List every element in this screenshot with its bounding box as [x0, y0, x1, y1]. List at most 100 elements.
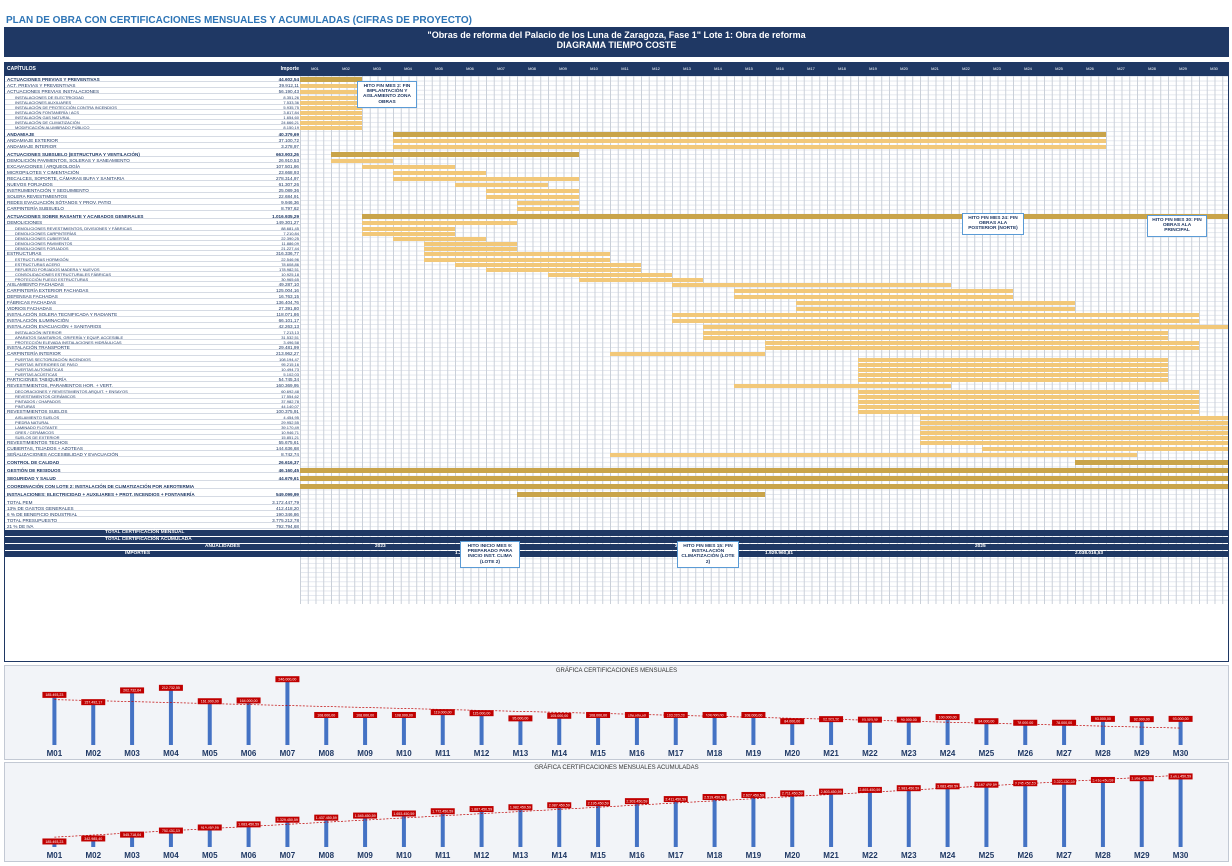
gantt-task-bar [393, 236, 486, 241]
year-amount: 2.038.016,53 [1075, 551, 1104, 556]
chart-plot: 185.493,23M01342.985,40M02545.718,04M037… [42, 773, 1193, 860]
gantt-task-bar [672, 312, 1199, 317]
row-label: PARTICIONES TABIQUERÍA [7, 377, 67, 382]
table-row: CARPINTERÍA EXTERIOR FACHADAS 125.004,16 [5, 288, 300, 293]
row-amount: 66.101,17 [278, 318, 299, 323]
chart-bar [1023, 724, 1028, 745]
row-amount: 125.004,16 [276, 288, 299, 293]
month-header: M20 [900, 66, 908, 71]
chart-bar [1062, 783, 1067, 847]
chart-bar [945, 719, 950, 745]
gantt-task-bar [300, 95, 362, 100]
chart-bar [130, 692, 135, 745]
row-amount: 49.287,10 [278, 282, 299, 287]
chart-bar [479, 811, 484, 847]
row-amount: 8.797,62 [281, 206, 299, 211]
gantt-chapter-bar [331, 152, 579, 157]
gantt-task-bar [672, 282, 951, 287]
year-label: 2025 [975, 544, 986, 549]
chart-bar [673, 801, 678, 847]
chart-bar [401, 815, 406, 847]
totals-row: TOTAL PEM 3.172.447,79 [5, 500, 300, 505]
row-label: INSTALACIÓN TRANSPORTE [7, 345, 70, 350]
band-label: ANUALIDADES [205, 544, 240, 549]
year-amount: 1.929.960,81 [765, 551, 794, 556]
gantt-task-bar [858, 357, 1168, 362]
tick-label: M04 [163, 749, 179, 758]
month-header: M01 [311, 66, 319, 71]
tick-label: M19 [746, 749, 762, 758]
row-amount: 316.336,77 [276, 251, 299, 256]
summary-band: TOTAL CERTIFICACIÓN MENSUAL [5, 530, 1228, 536]
data-label: 164.000,00 [240, 699, 258, 703]
month-header: M04 [404, 66, 412, 71]
row-label: DEFENSAS FACHADAS [7, 294, 58, 299]
row-label: REDES EVACUACIÓN SÓTANOS Y PROV. PATIO [7, 200, 112, 205]
data-label: 105.000,00 [550, 714, 568, 718]
month-header: M19 [869, 66, 877, 71]
tick-label: M28 [1095, 749, 1111, 758]
tick-label: M20 [784, 749, 800, 758]
tick-label: M24 [940, 851, 956, 860]
table-row: REDES EVACUACIÓN SÓTANOS Y PROV. PATIO 9.… [5, 200, 300, 205]
month-header: M03 [373, 66, 381, 71]
chart-bar [790, 723, 795, 745]
table-row: DEMOLICIÓN PAVIMENTOS, SOLERAS Y SANEAMI… [5, 158, 300, 163]
row-amount: 56.190,43 [278, 89, 299, 94]
row-amount: 29.481,99 [278, 345, 299, 350]
data-label: 3.245.450,59 [1015, 782, 1036, 786]
gantt-task-bar [920, 425, 1228, 430]
totals-label: TOTAL PEM [7, 500, 33, 505]
totals-row: TOTAL PRESUPUESTO 3.775.212,78 [5, 518, 300, 523]
gantt-task-bar [517, 206, 579, 211]
row-label: REVESTIMIENTOS, PARAMENTOS HOR. + VERT. [7, 383, 113, 388]
row-amount: 25.089,36 [278, 188, 299, 193]
row-label: ACTUACIONES SUBSUELO (ESTRUCTURA Y VENTI… [7, 152, 140, 157]
gantt-task-bar [703, 324, 1228, 329]
gantt-chapter-bar [300, 77, 362, 82]
tick-label: M13 [513, 851, 529, 860]
tick-label: M05 [202, 749, 218, 758]
tick-label: M27 [1056, 851, 1072, 860]
tick-label: M09 [357, 851, 373, 860]
gantt-task-bar [920, 420, 1228, 425]
column-header: CAPÍTULOS Importe M01 M02 M03 M04 M05 M06 M07 M… [5, 63, 1228, 76]
data-label: 1.653.450,59 [393, 812, 414, 816]
chart-bar [518, 720, 523, 745]
table-row: PARTICIONES TABIQUERÍA 54.745,34 [5, 377, 300, 382]
data-label: 2.627.450,59 [743, 793, 764, 797]
chart-bar [207, 703, 212, 745]
data-label: 919.450,59 [201, 826, 219, 830]
gantt-task-bar [920, 440, 1228, 445]
month-header: M26 [1086, 66, 1094, 71]
tick-label: M28 [1095, 851, 1111, 860]
gantt-task-bar [548, 272, 672, 277]
table-row: DEFENSAS FACHADAS 16.763,15 [5, 294, 300, 299]
tick-label: M30 [1173, 851, 1189, 860]
tick-label: M26 [1017, 851, 1033, 860]
totals-row: 13% DE GASTOS GENERALES 412.418,20 [5, 506, 300, 511]
tick-label: M25 [979, 749, 995, 758]
chart-bar [285, 681, 290, 745]
data-label: 93.000,00 [1095, 717, 1111, 721]
chapter-row: ACTUACIONES PREVIAS Y PREVENTIVAS 44.602,… [5, 77, 300, 82]
tick-label: M30 [1173, 749, 1189, 758]
milestone-callout: HITO FIN MES 2: FIN IMPLANTACIÓN Y AISLA… [357, 81, 417, 108]
chart-bar [1178, 720, 1183, 745]
row-amount: 61.307,26 [278, 182, 299, 187]
gantt-task-bar [734, 288, 1013, 293]
data-label: 212.732,55 [162, 686, 180, 690]
data-label: 1.772.450,59 [432, 810, 453, 814]
data-label: 100.000,00 [939, 715, 957, 719]
table-row: SEÑALIZACIONES ACCESIBILIDAD Y EVACUACIÓ… [5, 452, 300, 457]
gantt-chapter-bar [300, 476, 1228, 481]
data-label: 342.985,40 [84, 837, 102, 841]
data-label: 2.195.450,59 [588, 801, 609, 805]
data-label: 95.000,00 [512, 717, 528, 721]
tick-label: M07 [280, 749, 296, 758]
gantt-task-bar [858, 404, 1199, 409]
gantt-task-bar [734, 383, 951, 388]
table-row: EXCAVACIONES / ARQUEOLOGÍA 107.501,86 [5, 164, 300, 169]
chart-bar [285, 821, 290, 847]
gantt-chapter-bar [517, 492, 765, 497]
